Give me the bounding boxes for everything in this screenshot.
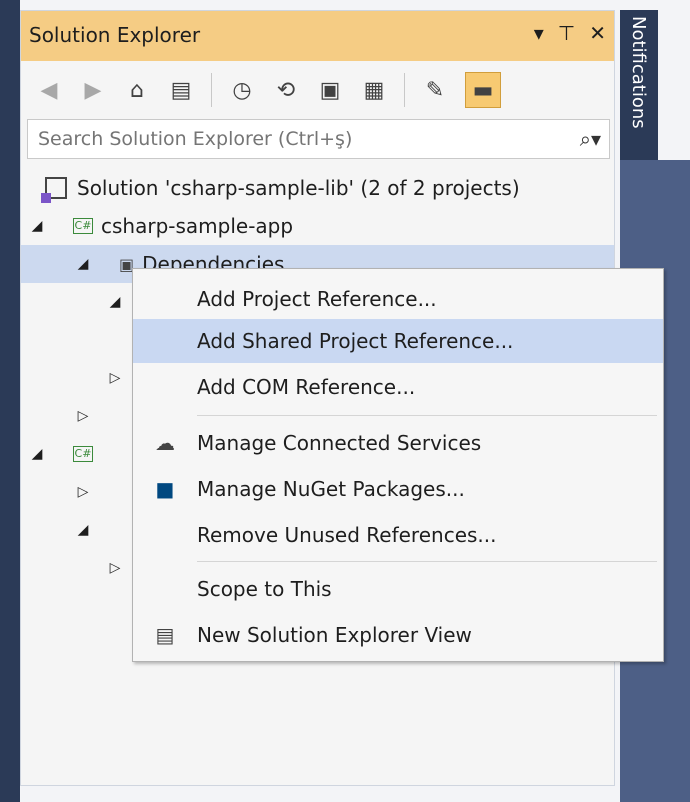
expander-collapsed-icon[interactable]: ▷ [107,560,123,576]
panel-title-bar: Solution Explorer ▾ ⊤ ✕ [21,11,614,61]
window-position-dropdown-icon[interactable]: ▾ [534,21,544,45]
menu-item-label: Remove Unused References... [197,523,497,547]
expander-collapsed-icon[interactable]: ▷ [107,370,123,386]
menu-item-new-solution-explorer-view[interactable]: ▤ New Solution Explorer View [133,613,663,657]
solution-label: Solution 'csharp-sample-lib' (2 of 2 pro… [77,176,520,200]
menu-item-label: Add Project Reference... [197,287,437,311]
pending-changes-filter-icon[interactable]: ◷ [228,76,256,104]
project-label: csharp-sample-app [101,214,294,238]
nuget-icon: ■ [155,477,175,501]
auto-hide-pin-icon[interactable]: ⊤ [558,21,575,45]
toolbar-separator [404,73,405,107]
solution-explorer-toolbar: ◀ ▶ ⌂ ▤ ◷ ⟲ ▣ ▦ ✎ ▬ [21,61,614,119]
csharp-project-icon: C# [73,218,93,234]
tree-row-solution[interactable]: Solution 'csharp-sample-lib' (2 of 2 pro… [21,169,614,207]
connected-services-icon: ☁ [155,431,175,455]
tree-row-project-app[interactable]: ◢ C# csharp-sample-app [21,207,614,245]
panel-title: Solution Explorer [29,23,201,47]
properties-icon[interactable]: ✎ [421,76,449,104]
back-icon[interactable]: ◀ [35,76,63,104]
home-icon[interactable]: ⌂ [123,76,151,104]
menu-item-label: Manage Connected Services [197,431,482,455]
toolbar-separator [211,73,212,107]
preview-selected-items-icon[interactable]: ▬ [465,72,501,108]
menu-item-label: Manage NuGet Packages... [197,477,465,501]
menu-separator [197,415,657,416]
csharp-project-icon: C# [73,446,93,462]
search-box[interactable]: ⌕▾ [27,119,610,159]
context-menu: Add Project Reference... Add Shared Proj… [132,268,664,662]
menu-item-manage-connected-services[interactable]: ☁ Manage Connected Services [133,421,663,465]
menu-item-label: Scope to This [197,577,332,601]
search-input[interactable] [36,127,574,151]
new-solution-explorer-view-icon: ▤ [155,623,175,647]
expander-expanded-icon[interactable]: ◢ [75,522,91,538]
menu-item-remove-unused-references[interactable]: Remove Unused References... [133,513,663,557]
collapse-all-icon[interactable]: ▣ [316,76,344,104]
menu-item-add-shared-project-reference[interactable]: Add Shared Project Reference... [133,319,663,363]
menu-item-add-com-reference[interactable]: Add COM Reference... [133,365,663,409]
search-icon[interactable]: ⌕▾ [580,127,601,151]
expander-collapsed-icon[interactable]: ▷ [75,408,91,424]
switch-views-icon[interactable]: ▤ [167,76,195,104]
menu-separator [197,561,657,562]
expander-expanded-icon[interactable]: ◢ [107,294,123,310]
menu-item-add-project-reference[interactable]: Add Project Reference... [133,277,663,321]
menu-item-scope-to-this[interactable]: Scope to This [133,567,663,611]
expander-expanded-icon[interactable]: ◢ [29,446,45,462]
title-actions: ▾ ⊤ ✕ [534,21,606,45]
left-window-edge [0,0,20,802]
menu-item-manage-nuget-packages[interactable]: ■ Manage NuGet Packages... [133,467,663,511]
close-icon[interactable]: ✕ [589,21,606,45]
menu-item-label: Add Shared Project Reference... [197,329,514,353]
expander-expanded-icon[interactable]: ◢ [29,218,45,234]
notifications-tab[interactable]: Notifications [620,10,658,160]
forward-icon[interactable]: ▶ [79,76,107,104]
ide-frame: Solution Explorer ▾ ⊤ ✕ ◀ ▶ ⌂ ▤ ◷ ⟲ ▣ ▦ … [0,0,690,802]
menu-item-label: New Solution Explorer View [197,623,472,647]
expander-expanded-icon[interactable]: ◢ [75,256,91,272]
show-all-files-icon[interactable]: ▦ [360,76,388,104]
solution-icon [41,177,67,203]
sync-with-active-document-icon[interactable]: ⟲ [272,76,300,104]
expander-collapsed-icon[interactable]: ▷ [75,484,91,500]
notifications-label: Notifications [628,16,649,129]
menu-item-label: Add COM Reference... [197,375,416,399]
